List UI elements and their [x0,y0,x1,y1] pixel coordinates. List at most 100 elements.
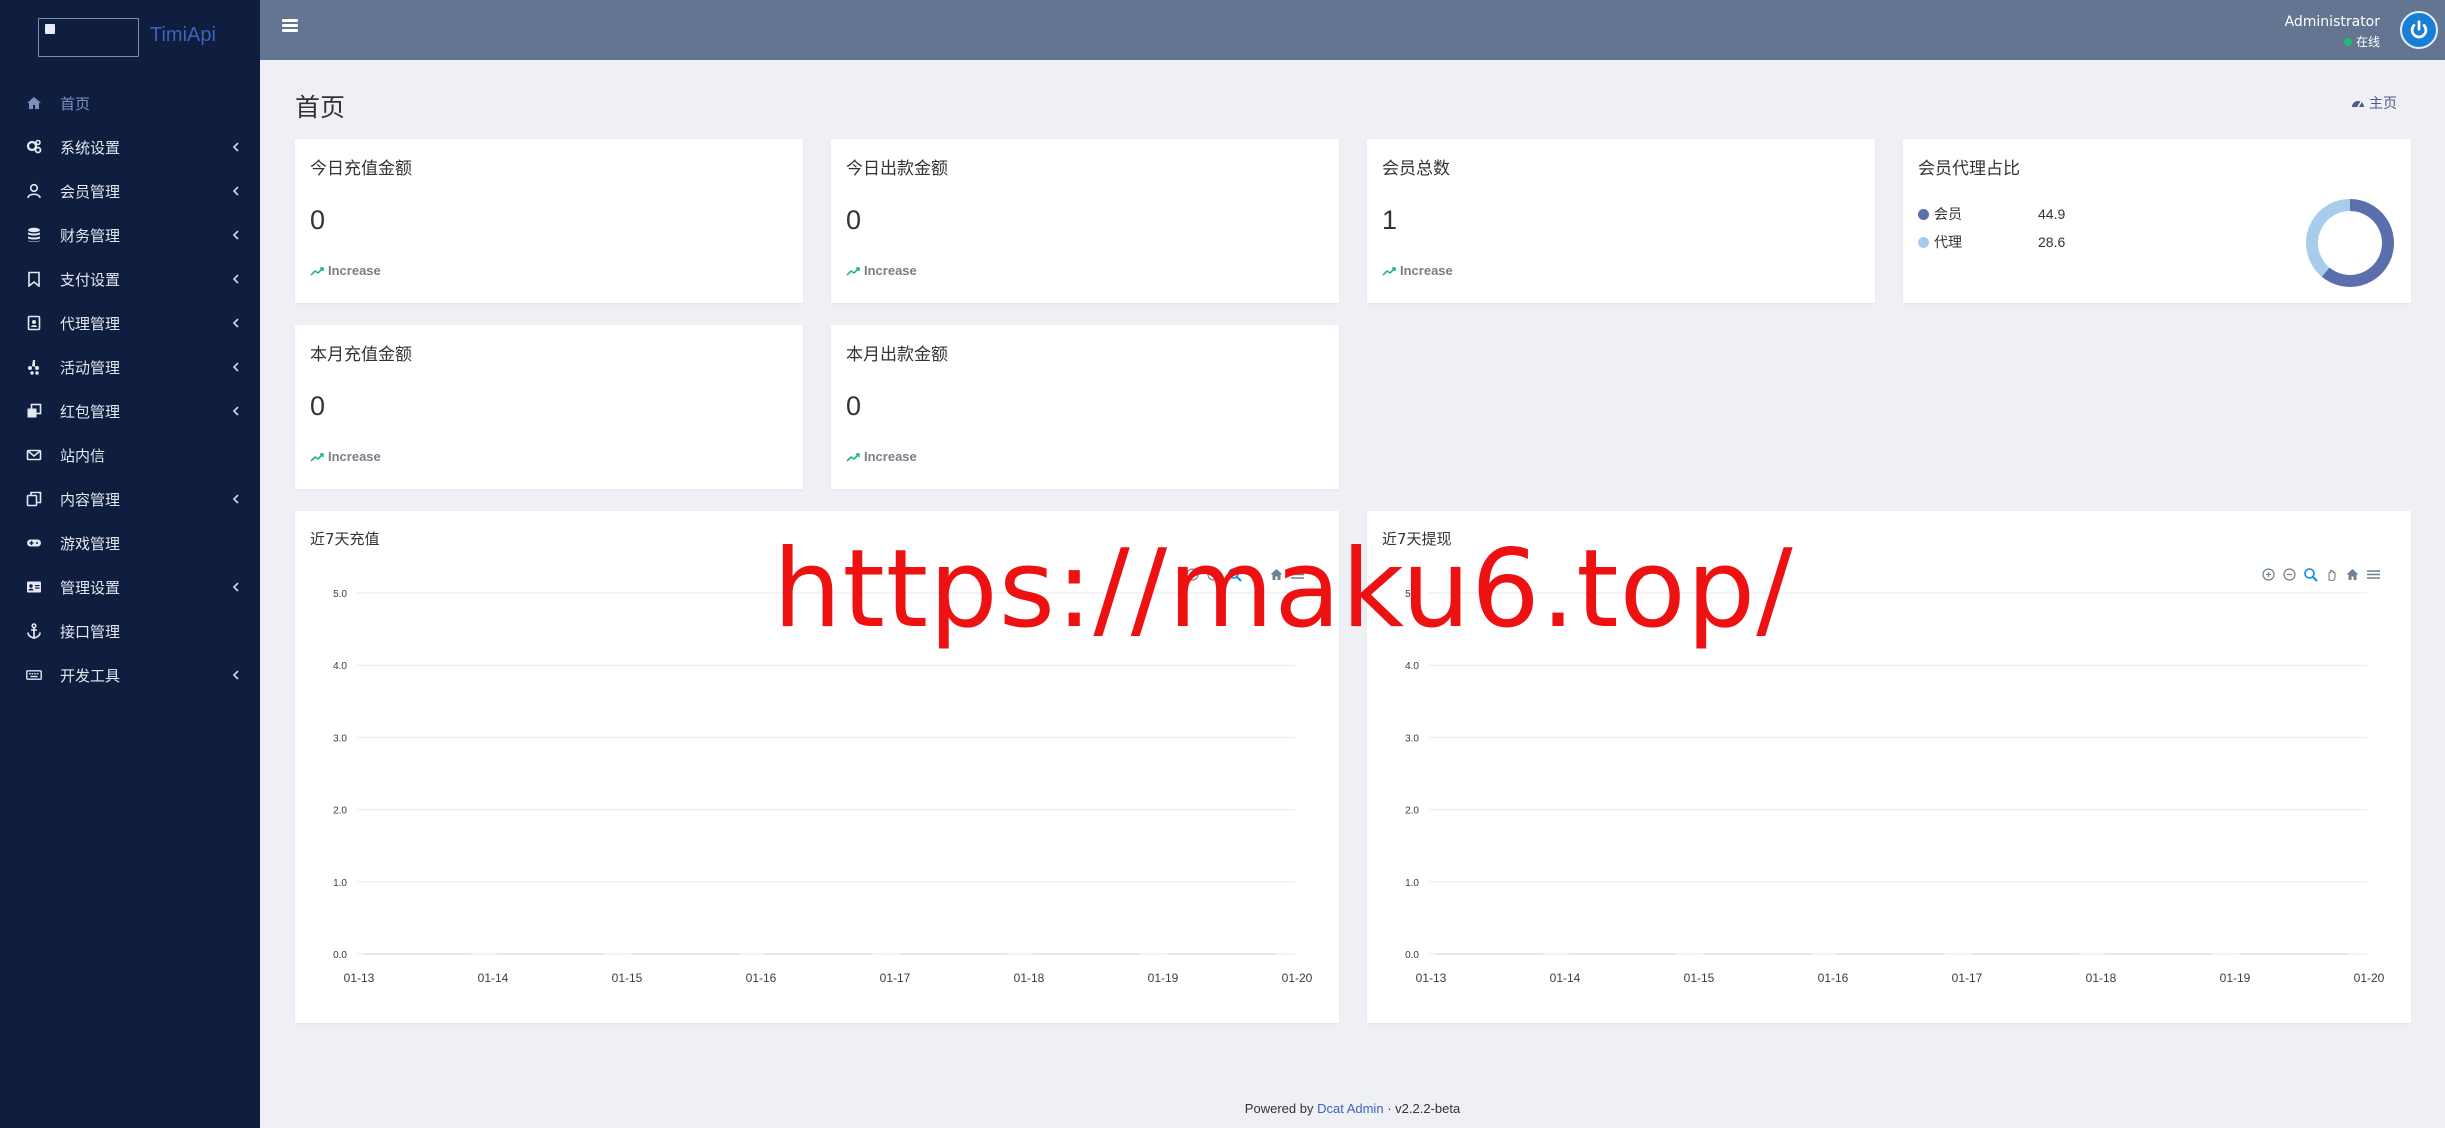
anchor-icon [26,623,42,639]
sidebar-item-label: 活动管理 [60,358,121,377]
card-trend: Increase [1382,263,1453,278]
sidebar-item-label: 系统设置 [60,138,121,157]
card-trend: Increase [310,449,381,464]
footer-prefix: Powered by [1244,1101,1314,1116]
bookmark-icon [26,271,42,287]
donut-slice-0 [2321,199,2394,287]
sidebar-item-11[interactable]: 管理设置 [0,565,260,609]
x-tick-label: 01-14 [478,971,509,985]
trending-up-icon [846,452,860,462]
breadcrumb-home[interactable]: 主页 [2369,93,2397,113]
y-tick-label: 5.0 [333,589,347,600]
chevron-left-icon [232,582,239,592]
legend-agent: 代理 28.6 [1918,232,2065,252]
sidebar-item-label: 站内信 [60,446,106,465]
y-tick-label: 2.0 [333,806,347,817]
chevron-left-icon [232,186,239,196]
envelope-icon [26,447,42,463]
y-tick-label: 3.0 [333,733,347,744]
card-value: 0 [310,205,326,235]
card-members-total: 会员总数 1 Increase [1367,139,1875,303]
footer: Powered by Dcat Admin · v2.2.2-beta [260,1101,2445,1116]
donut-slice-1 [2306,199,2351,277]
chevron-left-icon [232,142,239,152]
donut-chart [2306,199,2394,287]
x-tick-label: 01-13 [1416,971,1447,985]
x-tick-label: 01-20 [2354,971,2385,985]
card-title: 会员总数 [1382,159,1450,179]
sidebar-item-label: 管理设置 [60,578,121,597]
sidebar-item-1[interactable]: 系统设置 [0,125,260,169]
chevron-left-icon [232,362,239,372]
card-title: 本月充值金额 [310,345,412,365]
trending-up-icon [1382,266,1396,276]
sidebar-item-2[interactable]: 会员管理 [0,169,260,213]
sidebar-item-label: 代理管理 [60,314,121,333]
sidebar-item-label: 接口管理 [60,622,121,641]
sidebar-item-7[interactable]: 红包管理 [0,389,260,433]
trending-up-icon [846,266,860,276]
card-month-recharge: 本月充值金额 0 Increase [295,325,803,489]
chevron-left-icon [232,318,239,328]
y-tick-label: 0.0 [1405,950,1419,961]
page-title: 首页 [295,93,346,122]
chevron-left-icon [232,406,239,416]
x-tick-label: 01-14 [1550,971,1581,985]
sidebar-item-6[interactable]: 活动管理 [0,345,260,389]
card-title: 本月出款金额 [846,345,948,365]
y-tick-label: 1.0 [1405,878,1419,889]
sidebar-item-4[interactable]: 支付设置 [0,257,260,301]
x-tick-label: 01-17 [880,971,911,985]
user-name[interactable]: Administrator [2285,14,2380,30]
sidebar-item-8[interactable]: 站内信 [0,433,260,477]
keyboard-icon [26,667,42,683]
footer-version: v2.2.2-beta [1395,1101,1461,1116]
card-title: 今日充值金额 [310,159,412,179]
y-tick-label: 1.0 [333,878,347,889]
breadcrumb[interactable]: 主页 [2351,93,2397,113]
sidebar-item-12[interactable]: 接口管理 [0,609,260,653]
home-icon [26,95,42,111]
legend-dot-icon [1918,208,1929,220]
x-tick-label: 01-15 [1684,971,1715,985]
card-title: 今日出款金额 [846,159,948,179]
sidebar-item-13[interactable]: 开发工具 [0,653,260,697]
sidebar-item-9[interactable]: 内容管理 [0,477,260,521]
sidebar-item-label: 游戏管理 [60,534,121,553]
sidebar-item-label: 内容管理 [60,490,121,509]
dashboard-icon [2352,101,2364,108]
menu-toggle-icon[interactable] [282,19,298,33]
portrait-icon [26,315,42,331]
y-tick-label: 2.0 [1405,806,1419,817]
top-navbar: Administrator 在线 [260,0,2445,60]
y-tick-label: 0.0 [333,950,347,961]
avatar[interactable] [2400,11,2438,49]
legend-member: 会员 44.9 [1918,204,2065,224]
footer-separator: · [1387,1101,1392,1116]
x-tick-label: 01-20 [1282,971,1313,985]
sidebar-item-3[interactable]: 财务管理 [0,213,260,257]
card-value: 0 [846,205,862,235]
card-trend: Increase [846,449,917,464]
id-card-icon [26,579,42,595]
sidebar-item-label: 首页 [60,94,91,113]
sidebar-item-5[interactable]: 代理管理 [0,301,260,345]
chevron-left-icon [232,274,239,284]
card-today-recharge: 今日充值金额 0 Increase [295,139,803,303]
brand[interactable]: TimiApi [0,0,260,60]
sidebar-item-label: 支付设置 [60,270,121,289]
footer-link[interactable]: Dcat Admin [1317,1101,1383,1116]
sidebar-item-label: 财务管理 [60,226,121,245]
gamepad-icon [26,535,42,551]
card-month-withdraw: 本月出款金额 0 Increase [831,325,1339,489]
x-tick-label: 01-13 [344,971,375,985]
sidebar-item-label: 会员管理 [60,182,121,201]
y-tick-label: 4.0 [1405,661,1419,672]
y-tick-label: 4.0 [333,661,347,672]
card-value: 1 [1382,205,1398,235]
sidebar-item-0[interactable]: 首页 [0,81,260,125]
sidebar-item-10[interactable]: 游戏管理 [0,521,260,565]
yelp-icon [26,359,42,375]
x-tick-label: 01-17 [1952,971,1983,985]
card-value: 0 [846,391,862,421]
